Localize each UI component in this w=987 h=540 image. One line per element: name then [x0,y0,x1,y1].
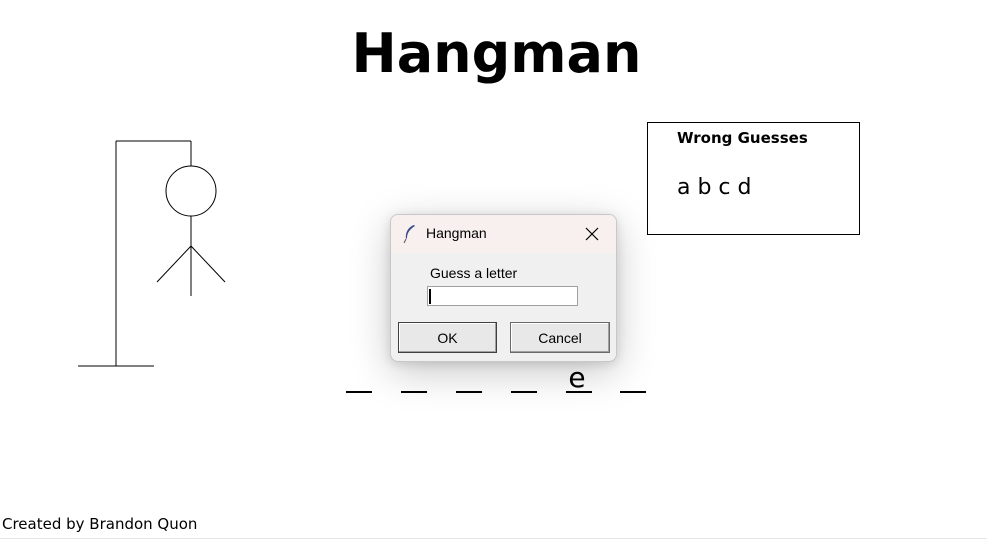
word-slot-blank [346,391,372,393]
ok-button[interactable]: OK [398,322,497,353]
dialog-title: Hangman [426,225,487,241]
word-slot-blank [511,391,537,393]
wrong-guesses-panel: Wrong Guesses a b c d [647,122,860,235]
wrong-guesses-heading: Wrong Guesses [677,129,808,147]
feather-icon [403,225,415,244]
word-slot-blank [456,391,482,393]
figure-right-arm [190,245,226,283]
word-slot-blank [620,391,646,393]
word-slot-blank [401,391,427,393]
close-icon[interactable] [584,226,600,242]
wrong-guesses-letters: a b c d [677,175,752,200]
hangman-drawing [78,140,226,367]
figure-head [165,165,217,217]
footer-credit: Created by Brandon Quon [2,515,198,533]
guess-dialog: Hangman Guess a letter OK Cancel [390,214,617,362]
cancel-button[interactable]: Cancel [510,322,610,353]
figure-left-arm [156,245,192,283]
text-caret [429,289,431,304]
guess-input[interactable] [427,286,578,306]
footer-divider [0,538,987,539]
dialog-titlebar[interactable]: Hangman [391,215,616,253]
word-slot-blank [566,391,592,393]
dialog-prompt: Guess a letter [430,265,518,281]
